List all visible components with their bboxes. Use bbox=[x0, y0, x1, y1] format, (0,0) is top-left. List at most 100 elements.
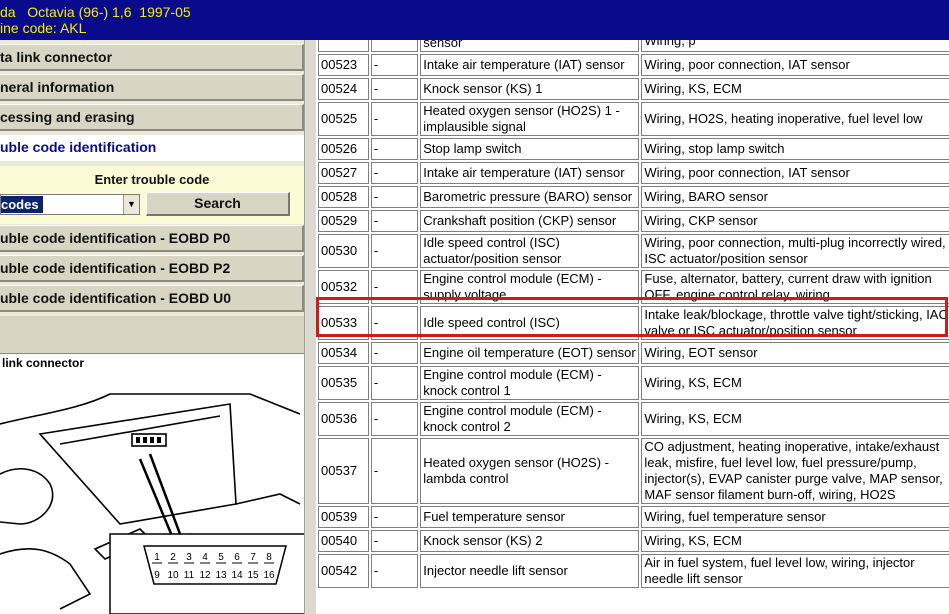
table-row[interactable]: 00539- Fuel temperature sensor Wiring, fue… bbox=[318, 506, 949, 528]
flag-cell: - bbox=[370, 270, 419, 304]
pin-label: 8 bbox=[266, 552, 272, 563]
pin-label: 16 bbox=[263, 570, 275, 581]
code-cell: 00533 bbox=[318, 306, 369, 340]
cause-cell: Wiring, CKP sensor bbox=[641, 210, 949, 232]
table-row[interactable]: 00534- Engine oil temperature (EOT) senso… bbox=[318, 342, 949, 364]
table-row[interactable]: 00532- Engine control module (ECM) - supp… bbox=[318, 270, 949, 304]
code-cell: 00523 bbox=[318, 54, 369, 76]
app-header: da Octavia (96-) 1,6 1997-05 ine code: A… bbox=[0, 0, 949, 40]
component-cell: Engine control module (ECM) - knock cont… bbox=[420, 402, 640, 436]
menu-data-link-connector[interactable]: ta link connector bbox=[0, 44, 304, 71]
flag-cell: - bbox=[370, 506, 419, 528]
code-cell: 00524 bbox=[318, 78, 369, 100]
data-link-connector-diagram: link connector 1 2 3 4 5 6 7 8 9 10 11 1… bbox=[0, 353, 307, 614]
cause-cell: Wiring, KS, ECM bbox=[641, 78, 949, 100]
cause-cell: Wiring, fuel temperature sensor bbox=[641, 506, 949, 528]
pin-label: 2 bbox=[170, 552, 176, 563]
flag-cell: - bbox=[370, 342, 419, 364]
code-cell: 00532 bbox=[318, 270, 369, 304]
component-cell: Idle speed control (ISC) actuator/positi… bbox=[420, 234, 640, 268]
code-cell: 00530 bbox=[318, 234, 369, 268]
menu-eobd-u0[interactable]: uble code identification - EOBD U0 bbox=[0, 285, 304, 312]
component-cell: sensor bbox=[420, 40, 640, 52]
search-button[interactable]: Search bbox=[146, 192, 290, 216]
flag-cell: - bbox=[370, 438, 419, 504]
flag-cell: - bbox=[370, 138, 419, 160]
cause-cell: Wiring, EOT sensor bbox=[641, 342, 949, 364]
pin-label: 1 bbox=[154, 552, 160, 563]
component-cell: Intake air temperature (IAT) sensor bbox=[420, 54, 640, 76]
table-row[interactable]: 00526- Stop lamp switch Wiring, stop lamp … bbox=[318, 138, 949, 160]
table-row[interactable]: 00540- Knock sensor (KS) 2 Wiring, KS, ECM bbox=[318, 530, 949, 552]
cause-cell: Wiring, BARO sensor bbox=[641, 186, 949, 208]
component-cell: Crankshaft position (CKP) sensor bbox=[420, 210, 640, 232]
code-cell: 00529 bbox=[318, 210, 369, 232]
pin-label: 11 bbox=[184, 570, 195, 581]
code-type-value: codes bbox=[1, 196, 43, 213]
chevron-down-icon[interactable]: ▼ bbox=[123, 195, 139, 214]
flag-cell: - bbox=[370, 306, 419, 340]
cause-cell: Wiring, KS, ECM bbox=[641, 530, 949, 552]
code-cell: 00528 bbox=[318, 186, 369, 208]
table-row[interactable]: 00530- Idle speed control (ISC) actuator/… bbox=[318, 234, 949, 268]
table-row[interactable]: 00528- Barometric pressure (BARO) sensor W… bbox=[318, 186, 949, 208]
table-row[interactable]: 00527- Intake air temperature (IAT) senso… bbox=[318, 162, 949, 184]
table-row-partial: sensor Wiring, p bbox=[318, 40, 949, 52]
pin-label: 3 bbox=[186, 552, 192, 563]
vehicle-title: da Octavia (96-) 1,6 1997-05 bbox=[0, 4, 191, 20]
menu-general-information[interactable]: neral information bbox=[0, 74, 304, 101]
code-cell: 00542 bbox=[318, 554, 369, 588]
code-table: sensor Wiring, p 00523- Intake air temper… bbox=[316, 40, 949, 590]
cause-cell: CO adjustment, heating inoperative, inta… bbox=[641, 438, 949, 504]
table-row[interactable]: 00537- Heated oxygen sensor (HO2S) - lamb… bbox=[318, 438, 949, 504]
table-row[interactable]: 00523- Intake air temperature (IAT) senso… bbox=[318, 54, 949, 76]
code-cell: 00536 bbox=[318, 402, 369, 436]
cause-cell: Intake leak/blockage, throttle valve tig… bbox=[641, 306, 949, 340]
pin-label: 7 bbox=[250, 552, 256, 563]
component-cell: Knock sensor (KS) 1 bbox=[420, 78, 640, 100]
menu-trouble-code-identification[interactable]: uble code identification bbox=[0, 135, 304, 161]
table-row[interactable]: 00525- Heated oxygen sensor (HO2S) 1 - im… bbox=[318, 102, 949, 136]
table-row[interactable]: 00533- Idle speed control (ISC) Intake lea… bbox=[318, 306, 949, 340]
code-cell: 00525 bbox=[318, 102, 369, 136]
pin-label: 14 bbox=[231, 570, 243, 581]
table-row[interactable]: 00529- Crankshaft position (CKP) sensor Wi… bbox=[318, 210, 949, 232]
table-row[interactable]: 00536- Engine control module (ECM) - knoc… bbox=[318, 402, 949, 436]
cause-cell: Wiring, p bbox=[641, 40, 949, 52]
flag-cell: - bbox=[370, 78, 419, 100]
menu-accessing-erasing[interactable]: cessing and erasing bbox=[0, 104, 304, 131]
cause-cell: Wiring, KS, ECM bbox=[641, 366, 949, 400]
code-type-select[interactable]: codes ▼ bbox=[0, 194, 140, 215]
flag-cell: - bbox=[370, 402, 419, 436]
pin-label: 13 bbox=[215, 570, 227, 581]
table-row[interactable]: 00542- Injector needle lift sensor Air in … bbox=[318, 554, 949, 588]
flag-cell: - bbox=[370, 54, 419, 76]
pin-label: 6 bbox=[234, 552, 240, 563]
left-panel: ta link connector neral information cess… bbox=[0, 40, 310, 614]
component-cell: Engine oil temperature (EOT) sensor bbox=[420, 342, 640, 364]
flag-cell: - bbox=[370, 234, 419, 268]
cause-cell: Wiring, poor connection, IAT sensor bbox=[641, 162, 949, 184]
trouble-code-table: sensor Wiring, p 00523- Intake air temper… bbox=[316, 40, 949, 614]
flag-cell: - bbox=[370, 530, 419, 552]
menu-eobd-p0[interactable]: uble code identification - EOBD P0 bbox=[0, 225, 304, 252]
component-cell: Idle speed control (ISC) bbox=[420, 306, 640, 340]
flag-cell: - bbox=[370, 210, 419, 232]
code-cell: 00539 bbox=[318, 506, 369, 528]
diagram-title: link connector bbox=[2, 356, 85, 370]
cause-cell: Air in fuel system, fuel level low, wiri… bbox=[641, 554, 949, 588]
panel-splitter[interactable] bbox=[304, 40, 316, 614]
code-cell: 00540 bbox=[318, 530, 369, 552]
table-row[interactable]: 00524- Knock sensor (KS) 1 Wiring, KS, ECM bbox=[318, 78, 949, 100]
component-cell: Engine control module (ECM) - knock cont… bbox=[420, 366, 640, 400]
component-cell: Barometric pressure (BARO) sensor bbox=[420, 186, 640, 208]
component-cell: Engine control module (ECM) - supply vol… bbox=[420, 270, 640, 304]
cause-cell: Wiring, HO2S, heating inoperative, fuel … bbox=[641, 102, 949, 136]
component-cell: Heated oxygen sensor (HO2S) - lambda con… bbox=[420, 438, 640, 504]
code-cell: 00526 bbox=[318, 138, 369, 160]
table-row[interactable]: 00535- Engine control module (ECM) - knoc… bbox=[318, 366, 949, 400]
menu-eobd-p2[interactable]: uble code identification - EOBD P2 bbox=[0, 255, 304, 282]
cause-cell: Wiring, stop lamp switch bbox=[641, 138, 949, 160]
component-cell: Knock sensor (KS) 2 bbox=[420, 530, 640, 552]
pin-label: 12 bbox=[199, 570, 211, 581]
